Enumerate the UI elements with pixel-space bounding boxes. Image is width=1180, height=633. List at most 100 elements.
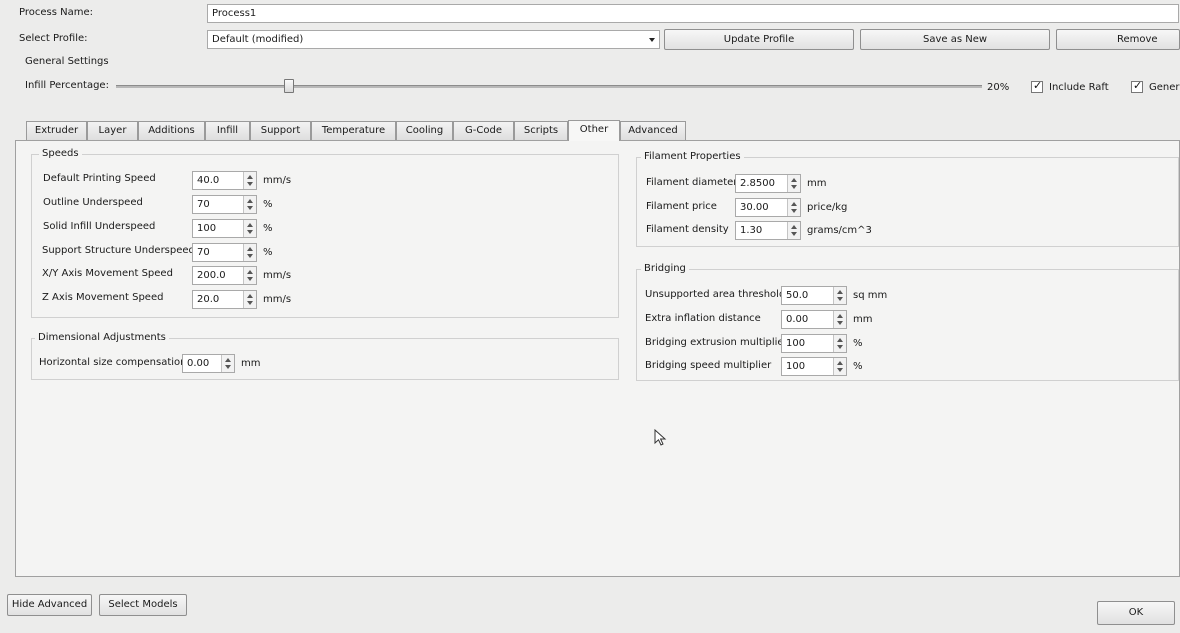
mouse-pointer-icon [654, 429, 667, 446]
z-axis-movement-speed-spinner[interactable]: 20.0 [192, 290, 257, 309]
tab-extruder[interactable]: Extruder [26, 121, 87, 140]
default-printing-speed-value: 40.0 [197, 175, 220, 186]
profile-select[interactable]: Default (modified) [207, 30, 660, 49]
checkmark-icon: ✓ [1033, 79, 1043, 92]
save-as-new-button[interactable]: Save as New [860, 29, 1050, 50]
tab-advanced[interactable]: Advanced [620, 121, 686, 140]
extra-inflation-distance-spinner[interactable]: 0.00 [781, 310, 847, 329]
ok-button[interactable]: OK [1097, 601, 1175, 625]
dimensional-adjustments-title: Dimensional Adjustments [35, 332, 169, 343]
spin-arrows-icon[interactable] [243, 267, 256, 284]
bridging-speed-multiplier-label: Bridging speed multiplier [645, 360, 772, 371]
update-profile-button[interactable]: Update Profile [664, 29, 854, 50]
generate-checkbox[interactable]: ✓ [1131, 79, 1143, 93]
default-printing-speed-spinner[interactable]: 40.0 [192, 171, 257, 190]
unsupported-area-threshold-label: Unsupported area threshold [645, 289, 786, 300]
profile-select-value: Default (modified) [212, 34, 304, 45]
xy-axis-movement-speed-value: 200.0 [197, 270, 226, 281]
solid-infill-underspeed-spinner[interactable]: 100 [192, 219, 257, 238]
filament-price-value: 30.00 [740, 202, 769, 213]
filament-density-value: 1.30 [740, 225, 763, 236]
filament-properties-title: Filament Properties [641, 151, 744, 162]
extra-inflation-distance-label: Extra inflation distance [645, 313, 761, 324]
speeds-group-title: Speeds [39, 148, 82, 159]
spin-arrows-icon[interactable] [833, 287, 846, 304]
bridging-extrusion-multiplier-label: Bridging extrusion multiplier [645, 337, 788, 348]
extra-inflation-distance-unit: mm [853, 314, 873, 325]
tab-temperature[interactable]: Temperature [311, 121, 396, 140]
filament-price-unit: price/kg [807, 202, 848, 213]
unsupported-area-threshold-unit: sq mm [853, 290, 888, 301]
solid-infill-underspeed-label: Solid Infill Underspeed [43, 221, 156, 232]
remove-button[interactable]: Remove [1056, 29, 1180, 50]
support-structure-underspeed-unit: % [263, 247, 273, 258]
support-structure-underspeed-value: 70 [197, 247, 210, 258]
default-printing-speed-unit: mm/s [263, 175, 292, 186]
tab-additions[interactable]: Additions [138, 121, 205, 140]
horizontal-size-compensation-value: 0.00 [187, 358, 210, 369]
bridging-title: Bridging [641, 263, 689, 274]
spin-arrows-icon[interactable] [243, 220, 256, 237]
bridging-speed-multiplier-spinner[interactable]: 100 [781, 357, 847, 376]
tab-g-code[interactable]: G-Code [453, 121, 514, 140]
include-raft-checkbox[interactable]: ✓ [1031, 79, 1043, 93]
z-axis-movement-speed-value: 20.0 [197, 294, 220, 305]
hide-advanced-button[interactable]: Hide Advanced [7, 594, 92, 616]
spin-arrows-icon[interactable] [787, 222, 800, 239]
spin-arrows-icon[interactable] [243, 196, 256, 213]
spin-arrows-icon[interactable] [833, 358, 846, 375]
spin-arrows-icon[interactable] [243, 172, 256, 189]
tab-layer[interactable]: Layer [87, 121, 138, 140]
bridging-extrusion-multiplier-value: 100 [786, 338, 806, 349]
default-printing-speed-label: Default Printing Speed [43, 173, 156, 184]
generate-label: Gener [1149, 82, 1180, 93]
filament-price-spinner[interactable]: 30.00 [735, 198, 801, 217]
filament-density-spinner[interactable]: 1.30 [735, 221, 801, 240]
z-axis-movement-speed-label: Z Axis Movement Speed [42, 292, 164, 303]
chevron-down-icon [649, 38, 655, 42]
filament-diameter-spinner[interactable]: 2.8500 [735, 174, 801, 193]
spin-arrows-icon[interactable] [787, 175, 800, 192]
tab-cooling[interactable]: Cooling [396, 121, 453, 140]
bridging-extrusion-multiplier-unit: % [853, 338, 863, 349]
extra-inflation-distance-value: 0.00 [786, 314, 809, 325]
process-name-input[interactable]: Process1 [207, 4, 1179, 23]
filament-density-label: Filament density [646, 224, 729, 235]
spin-arrows-icon[interactable] [243, 244, 256, 261]
bridging-extrusion-multiplier-spinner[interactable]: 100 [781, 334, 847, 353]
horizontal-size-compensation-label: Horizontal size compensation [39, 357, 187, 368]
spin-arrows-icon[interactable] [833, 311, 846, 328]
filament-diameter-value: 2.8500 [740, 178, 775, 189]
select-profile-label: Select Profile: [19, 33, 88, 44]
support-structure-underspeed-spinner[interactable]: 70 [192, 243, 257, 262]
filament-density-unit: grams/cm^3 [807, 225, 872, 236]
support-structure-underspeed-label: Support Structure Underspeed [42, 245, 195, 256]
spin-arrows-icon[interactable] [787, 199, 800, 216]
bridging-speed-multiplier-unit: % [853, 361, 863, 372]
solid-infill-underspeed-value: 100 [197, 223, 217, 234]
spin-arrows-icon[interactable] [243, 291, 256, 308]
outline-underspeed-value: 70 [197, 199, 210, 210]
filament-diameter-unit: mm [807, 178, 827, 189]
infill-slider-handle[interactable] [284, 79, 294, 93]
tab-other[interactable]: Other [568, 120, 620, 141]
infill-slider-track[interactable] [116, 85, 982, 88]
process-name-label: Process Name: [19, 7, 93, 18]
tab-infill[interactable]: Infill [205, 121, 250, 140]
outline-underspeed-unit: % [263, 199, 273, 210]
horizontal-size-compensation-unit: mm [241, 358, 261, 369]
horizontal-size-compensation-spinner[interactable]: 0.00 [182, 354, 235, 373]
outline-underspeed-label: Outline Underspeed [43, 197, 143, 208]
filament-price-label: Filament price [646, 201, 717, 212]
unsupported-area-threshold-spinner[interactable]: 50.0 [781, 286, 847, 305]
select-models-button[interactable]: Select Models [99, 594, 187, 616]
xy-axis-movement-speed-unit: mm/s [263, 270, 292, 281]
xy-axis-movement-speed-spinner[interactable]: 200.0 [192, 266, 257, 285]
tab-support[interactable]: Support [250, 121, 311, 140]
filament-diameter-label: Filament diameter [646, 177, 738, 188]
bridging-speed-multiplier-value: 100 [786, 361, 806, 372]
tab-scripts[interactable]: Scripts [514, 121, 568, 140]
spin-arrows-icon[interactable] [833, 335, 846, 352]
outline-underspeed-spinner[interactable]: 70 [192, 195, 257, 214]
spin-arrows-icon[interactable] [221, 355, 234, 372]
